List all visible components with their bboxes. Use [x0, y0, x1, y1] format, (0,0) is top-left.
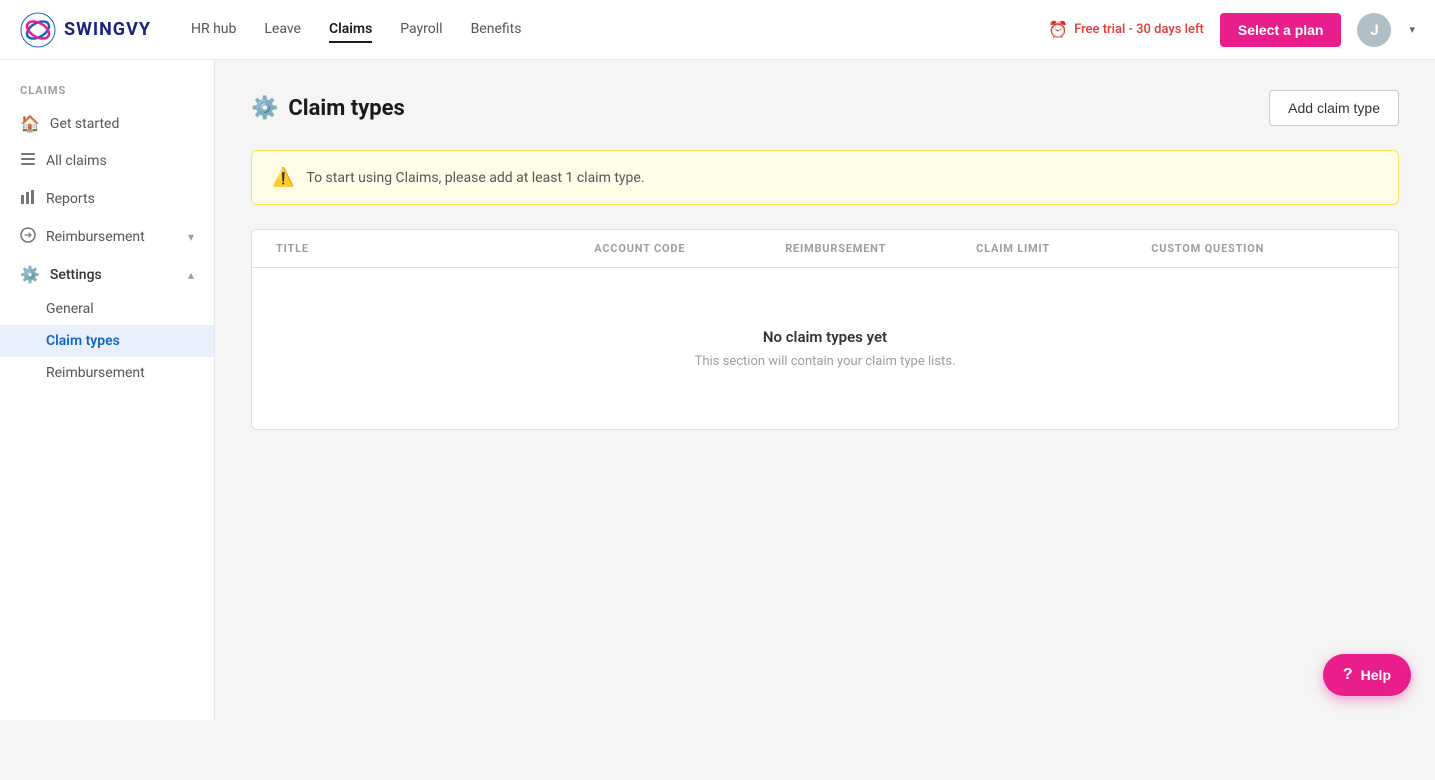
page-title-row: ⚙️ Claim types [251, 96, 405, 121]
sidebar-label-claim-types: Claim types [46, 333, 120, 349]
nav-payroll[interactable]: Payroll [400, 17, 442, 43]
sidebar-label-reimbursement-sub: Reimbursement [46, 365, 145, 381]
sidebar-label-all-claims: All claims [46, 153, 107, 169]
page-title-icon: ⚙️ [251, 96, 278, 121]
main-content: ⚙️ Claim types Add claim type ⚠️ To star… [215, 60, 1435, 720]
nav-links: HR hub Leave Claims Payroll Benefits [191, 17, 1048, 43]
nav-benefits[interactable]: Benefits [471, 17, 522, 43]
col-title: TITLE [276, 242, 594, 255]
logo[interactable]: SWINGVY [20, 12, 151, 48]
nav-hr-hub[interactable]: HR hub [191, 17, 236, 43]
sidebar-sub-item-general[interactable]: General [0, 293, 214, 325]
col-reimbursement: REIMBURSEMENT [785, 242, 976, 255]
avatar[interactable]: J [1357, 13, 1391, 47]
claim-types-table: TITLE ACCOUNT CODE REIMBURSEMENT CLAIM L… [251, 229, 1399, 430]
empty-title: No claim types yet [276, 328, 1374, 346]
sidebar-sub-item-claim-types[interactable]: Claim types [0, 325, 214, 357]
top-navigation: SWINGVY HR hub Leave Claims Payroll Bene… [0, 0, 1435, 60]
empty-subtitle: This section will contain your claim typ… [276, 354, 1374, 369]
trial-text: Free trial - 30 days left [1074, 22, 1204, 37]
sidebar-label-reimbursement: Reimbursement [46, 229, 145, 245]
chevron-up-icon: ▴ [188, 268, 194, 282]
reports-icon [20, 189, 36, 209]
trial-badge: ⏰ Free trial - 30 days left [1048, 20, 1204, 39]
sidebar-sub-item-reimbursement[interactable]: Reimbursement [0, 357, 214, 389]
sidebar-label-get-started: Get started [50, 116, 119, 132]
page-title: Claim types [288, 96, 404, 121]
warning-text: To start using Claims, please add at lea… [306, 170, 644, 186]
nav-leave[interactable]: Leave [264, 17, 301, 43]
warning-banner: ⚠️ To start using Claims, please add at … [251, 150, 1399, 205]
brand-name: SWINGVY [64, 19, 151, 40]
col-claim-limit: CLAIM LIMIT [976, 242, 1151, 255]
table-empty-state: No claim types yet This section will con… [252, 268, 1398, 429]
clock-icon: ⏰ [1048, 20, 1068, 39]
help-icon: ? [1343, 666, 1353, 684]
sidebar-label-settings: Settings [50, 267, 102, 283]
help-button[interactable]: ? Help [1323, 654, 1411, 696]
sidebar-item-settings[interactable]: ⚙️ Settings ▴ [0, 256, 214, 293]
sidebar-item-get-started[interactable]: 🏠 Get started [0, 105, 214, 142]
warning-icon: ⚠️ [272, 167, 294, 188]
col-account-code: ACCOUNT CODE [594, 242, 785, 255]
chevron-down-icon: ▾ [188, 230, 194, 244]
help-label: Help [1361, 667, 1391, 683]
col-custom-question: CUSTOM QUESTION [1151, 242, 1374, 255]
nav-right: ⏰ Free trial - 30 days left Select a pla… [1048, 13, 1415, 47]
sidebar-item-reports[interactable]: Reports [0, 180, 214, 218]
sidebar: CLAIMS 🏠 Get started All claims [0, 60, 215, 720]
sidebar-item-reimbursement[interactable]: Reimbursement ▾ [0, 218, 214, 256]
reimbursement-icon [20, 227, 36, 247]
list-icon [20, 151, 36, 171]
table-header: TITLE ACCOUNT CODE REIMBURSEMENT CLAIM L… [252, 230, 1398, 268]
home-icon: 🏠 [20, 114, 40, 133]
page-header: ⚙️ Claim types Add claim type [251, 90, 1399, 126]
sidebar-label-reports: Reports [46, 191, 95, 207]
select-plan-button[interactable]: Select a plan [1220, 13, 1342, 47]
add-claim-type-button[interactable]: Add claim type [1269, 90, 1399, 126]
avatar-dropdown-icon[interactable]: ▾ [1409, 23, 1415, 36]
nav-claims[interactable]: Claims [329, 17, 372, 43]
main-layout: CLAIMS 🏠 Get started All claims [0, 60, 1435, 720]
sidebar-section-label: CLAIMS [0, 76, 214, 105]
sidebar-label-general: General [46, 301, 94, 317]
sidebar-item-all-claims[interactable]: All claims [0, 142, 214, 180]
settings-icon: ⚙️ [20, 265, 40, 284]
